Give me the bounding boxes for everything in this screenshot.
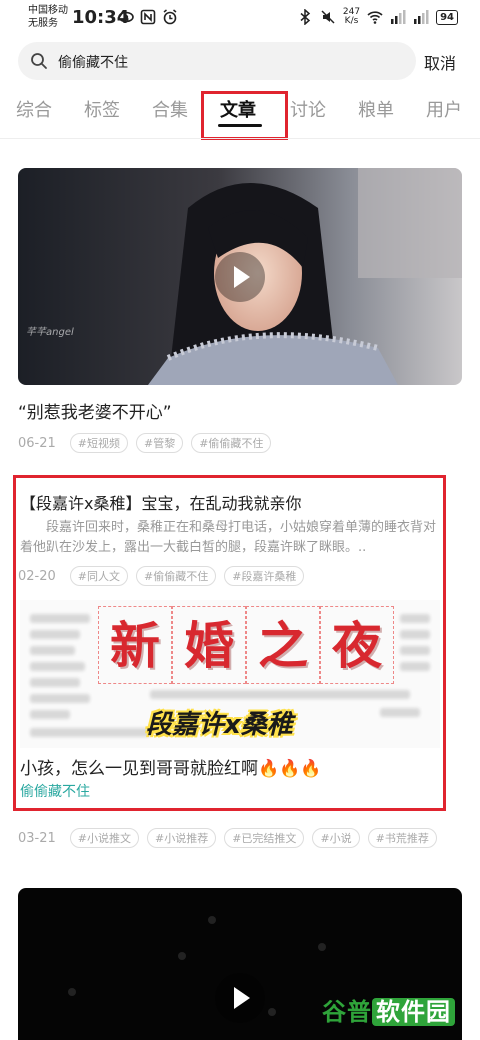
tag[interactable]: #小说推文 (69, 828, 139, 848)
tab-users[interactable]: 用户 (426, 96, 462, 122)
bluetooth-icon (300, 9, 311, 25)
tab-discussions[interactable]: 讨论 (290, 96, 326, 122)
nfc-icon (140, 9, 156, 25)
carrier-info: 中国移动 无服务 (28, 5, 68, 29)
highlight-box-tab (201, 91, 288, 140)
search-query: 偷偷藏不住 (58, 55, 128, 71)
cover-title: 新 婚 之 夜 (98, 606, 394, 684)
article-subtitle[interactable]: 小孩，怎么一见到哥哥就脸红啊🔥🔥🔥 (20, 754, 322, 779)
cover-names: 段嘉许x桑稚 (146, 710, 293, 740)
tag[interactable]: #段嘉许桑稚 (224, 566, 305, 586)
article-title[interactable]: 【段嘉许x桑稚】宝宝，在乱动我就亲你 (20, 490, 301, 514)
play-button[interactable] (215, 251, 265, 302)
result-meta: 06-21 #短视频 #管黎 #偷偷藏不住 (18, 433, 272, 453)
tag[interactable]: #小说推荐 (147, 828, 217, 848)
article-date: 02-20 (18, 568, 56, 584)
article-cover-image[interactable]: 新 婚 之 夜 段嘉许x桑稚 (20, 600, 440, 748)
result-date: 06-21 (18, 435, 56, 451)
tag[interactable]: #偷偷藏不住 (191, 433, 272, 453)
eye-icon (118, 11, 134, 23)
alarm-icon (163, 9, 177, 25)
signal-icon (391, 10, 406, 24)
battery-indicator: 94 (436, 9, 458, 25)
tag[interactable]: #偷偷藏不住 (136, 566, 217, 586)
article-meta: 02-20 #同人文 #偷偷藏不住 #段嘉许桑稚 (18, 566, 305, 586)
play-button-2[interactable] (215, 973, 265, 1023)
tag[interactable]: #管黎 (136, 433, 184, 453)
tag[interactable]: #小说 (312, 828, 360, 848)
search-icon (31, 53, 47, 69)
tag[interactable]: #同人文 (69, 566, 128, 586)
article-excerpt[interactable]: 段嘉许回来时，桑稚正在和桑母打电话，小姑娘穿着单薄的睡衣背对着他趴在沙发上，露出… (20, 518, 440, 558)
divider (0, 138, 480, 139)
wifi-icon (367, 11, 383, 24)
cancel-button[interactable]: 取消 (424, 50, 456, 74)
status-bar: 中国移动 无服务 10:34 247 K/s 94 (0, 0, 480, 36)
video-watermark: 芊芊angel (26, 327, 74, 338)
tab-all[interactable]: 综合 (16, 96, 52, 122)
tab-lists[interactable]: 粮单 (358, 96, 394, 122)
article-source-link[interactable]: 偷偷藏不住 (20, 781, 90, 801)
search-input[interactable]: 偷偷藏不住 (18, 42, 416, 80)
tab-collections[interactable]: 合集 (152, 96, 188, 122)
site-watermark-logo: 谷普 软件园 (322, 992, 455, 1027)
tag[interactable]: #短视频 (69, 433, 128, 453)
network-speed: 247 K/s (342, 7, 361, 26)
result-title[interactable]: “别惹我老婆不开心” (18, 398, 172, 423)
tab-tags[interactable]: 标签 (84, 96, 120, 122)
video-thumbnail[interactable]: 芊芊angel (18, 168, 462, 385)
signal-icon-2 (414, 10, 429, 24)
mute-icon (321, 10, 335, 24)
tag[interactable]: #书荒推荐 (367, 828, 437, 848)
article-date: 03-21 (18, 830, 56, 846)
tag[interactable]: #已完结推文 (224, 828, 305, 848)
article-meta-2: 03-21 #小说推文 #小说推荐 #已完结推文 #小说 #书荒推荐 (18, 828, 437, 848)
search-bar: 偷偷藏不住 取消 (18, 42, 466, 80)
